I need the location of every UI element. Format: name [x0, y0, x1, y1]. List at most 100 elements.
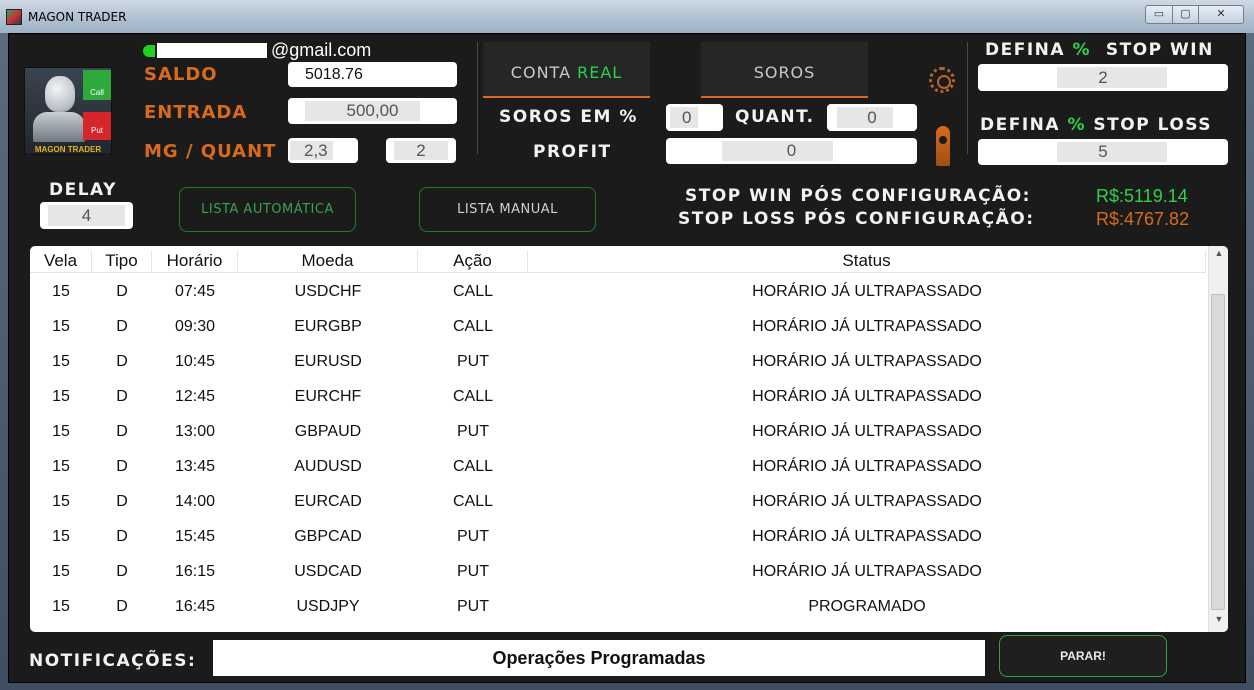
header-col-status[interactable]: Status: [528, 250, 1206, 273]
quant-label: QUANT.: [735, 107, 815, 127]
table-row[interactable]: 15 D 13:45 AUDUSD CALL HORÁRIO JÁ ULTRAPASSAD…: [30, 449, 1206, 484]
col-vela-cell: 15: [52, 388, 70, 405]
mg-quant-label: MG / QUANT: [144, 141, 277, 162]
header-col-vela[interactable]: Vela: [30, 250, 92, 273]
table-row[interactable]: 15 D 14:00 EURCAD CALL HORÁRIO JÁ ULTRAPASSAD…: [30, 484, 1206, 519]
title-bar[interactable]: MAGON TRADER ▭ ▢ ✕: [0, 0, 1254, 33]
col-status-cell: PROGRAMADO: [808, 598, 926, 615]
tab-conta-real[interactable]: CONTA REAL: [483, 42, 650, 98]
col-acao-cell: PUT: [457, 528, 489, 545]
stop-loss-prefix: DEFINA: [980, 115, 1068, 135]
operations-table: Vela Tipo Horário Moeda Ação Status 15 D 07:45 U…: [30, 246, 1228, 632]
col-acao-cell: CALL: [452, 493, 494, 510]
tab-soros[interactable]: SOROS: [701, 42, 868, 98]
avatar-put-badge: Put: [83, 112, 111, 140]
close-button[interactable]: ✕: [1198, 5, 1244, 24]
quant-field[interactable]: 2: [386, 138, 456, 163]
col-moeda-cell: EURCAD: [294, 493, 362, 510]
scroll-down-icon[interactable]: ▼: [1209, 614, 1228, 628]
table-row[interactable]: 15 D 16:45 USDJPY PUT PROGRAMADO: [30, 589, 1206, 624]
scroll-thumb[interactable]: [1211, 294, 1225, 610]
col-acao-cell: CALL: [452, 458, 494, 475]
col-tipo-cell: D: [116, 598, 128, 615]
stop-win-after-value: R$:5119.14: [1096, 186, 1188, 206]
stop-win-field[interactable]: 2: [978, 64, 1228, 91]
parar-button[interactable]: PARAR!: [999, 635, 1167, 677]
table-row[interactable]: 15 D 16:15 USDCAD PUT HORÁRIO JÁ ULTRAPASSADO: [30, 554, 1206, 589]
col-acao-cell: PUT: [457, 353, 489, 370]
table-row[interactable]: 15 D 07:45 USDCHF CALL HORÁRIO JÁ ULTRAPASSAD…: [30, 274, 1206, 309]
stop-loss-after-label: STOP LOSS PÓS CONFIGURAÇÃO:: [678, 209, 1035, 229]
col-horario-cell: 07:45: [174, 283, 216, 300]
table-row[interactable]: 15 D 10:45 EURUSD PUT HORÁRIO JÁ ULTRAPASSADO: [30, 344, 1206, 379]
col-status-cell: HORÁRIO JÁ ULTRAPASSADO: [752, 528, 982, 545]
col-vela-cell: 15: [52, 423, 70, 440]
divider: [477, 42, 478, 154]
col-tipo-cell: D: [116, 423, 128, 440]
header-col-moeda[interactable]: Moeda: [238, 250, 418, 273]
saldo-label: SALDO: [144, 64, 218, 85]
col-horario-cell: 12:45: [174, 388, 216, 405]
col-vela-cell: 15: [52, 563, 70, 580]
col-acao-cell: CALL: [452, 388, 494, 405]
lista-manual-button[interactable]: LISTA MANUAL: [419, 187, 596, 232]
vertical-scrollbar[interactable]: ▲ ▼: [1208, 246, 1228, 632]
maximize-button[interactable]: ▢: [1172, 5, 1199, 24]
notifications-message: Operações Programadas: [213, 640, 985, 676]
gear-icon[interactable]: [929, 67, 955, 93]
minimize-button[interactable]: ▭: [1145, 5, 1173, 24]
profit-label: PROFIT: [533, 142, 612, 162]
avatar-brand-text: MAGON TRADER: [34, 145, 102, 154]
header-col-acao[interactable]: Ação: [418, 250, 528, 273]
soros-field[interactable]: 0: [666, 104, 723, 131]
delay-value: 4: [81, 206, 92, 225]
entrada-field[interactable]: 500,00: [288, 98, 457, 124]
col-acao-cell: CALL: [452, 318, 494, 335]
robot-body-icon: [33, 112, 85, 142]
lista-automatica-button[interactable]: LISTA AUTOMÁTICA: [179, 187, 356, 232]
col-horario-cell: 13:45: [174, 458, 216, 475]
col-acao-cell: PUT: [457, 563, 489, 580]
header-col-horario[interactable]: Horário: [152, 250, 238, 273]
robot-head-icon: [45, 76, 75, 112]
mg-field[interactable]: 2,3: [288, 138, 358, 163]
col-tipo-cell: D: [116, 318, 128, 335]
mg-value: 2,3: [304, 141, 328, 160]
col-status-cell: HORÁRIO JÁ ULTRAPASSADO: [752, 423, 982, 440]
stop-win-prefix: DEFINA: [985, 40, 1073, 60]
col-tipo-cell: D: [116, 353, 128, 370]
col-tipo-cell: D: [116, 388, 128, 405]
col-status-cell: HORÁRIO JÁ ULTRAPASSADO: [752, 283, 982, 300]
tab-conta-prefix: CONTA: [510, 63, 578, 82]
col-status-cell: HORÁRIO JÁ ULTRAPASSADO: [752, 563, 982, 580]
col-vela-cell: 15: [52, 458, 70, 475]
col-status-cell: HORÁRIO JÁ ULTRAPASSADO: [752, 318, 982, 335]
col-moeda-cell: USDCHF: [294, 283, 362, 300]
col-vela-cell: 15: [52, 493, 70, 510]
col-moeda-cell: EURGBP: [294, 318, 362, 335]
stop-loss-field[interactable]: 5: [978, 139, 1228, 165]
rocket-icon[interactable]: [936, 126, 950, 166]
email-redaction: [157, 43, 267, 58]
col-horario-cell: 09:30: [174, 318, 216, 335]
quant-value: 2: [416, 141, 426, 160]
col-horario-cell: 13:00: [174, 423, 216, 440]
col-horario-cell: 15:45: [174, 528, 216, 545]
divider: [967, 42, 968, 154]
col-moeda-cell: EURCHF: [294, 388, 362, 405]
table-row[interactable]: 15 D 13:00 GBPAUD PUT HORÁRIO JÁ ULTRAPASSADO: [30, 414, 1206, 449]
header-col-tipo[interactable]: Tipo: [92, 250, 152, 273]
scroll-up-icon[interactable]: ▲: [1209, 248, 1228, 262]
col-moeda-cell: EURUSD: [294, 353, 362, 370]
avatar-call-badge: Call: [83, 70, 111, 100]
table-row[interactable]: 15 D 12:45 EURCHF CALL HORÁRIO JÁ ULTRAPASSAD…: [30, 379, 1206, 414]
stop-loss-pct: %: [1067, 115, 1087, 135]
soros-quant-field[interactable]: 0: [827, 104, 917, 131]
table-row[interactable]: 15 D 15:45 GBPCAD PUT HORÁRIO JÁ ULTRAPASSADO: [30, 519, 1206, 554]
delay-field[interactable]: 4: [40, 202, 133, 229]
soros-quant-value: 0: [867, 108, 877, 127]
stop-loss-after-value: R$:4767.82: [1096, 209, 1190, 229]
col-acao-cell: PUT: [457, 423, 489, 440]
table-row[interactable]: 15 D 09:30 EURGBP CALL HORÁRIO JÁ ULTRAPASSAD…: [30, 309, 1206, 344]
col-vela-cell: 15: [52, 353, 70, 370]
